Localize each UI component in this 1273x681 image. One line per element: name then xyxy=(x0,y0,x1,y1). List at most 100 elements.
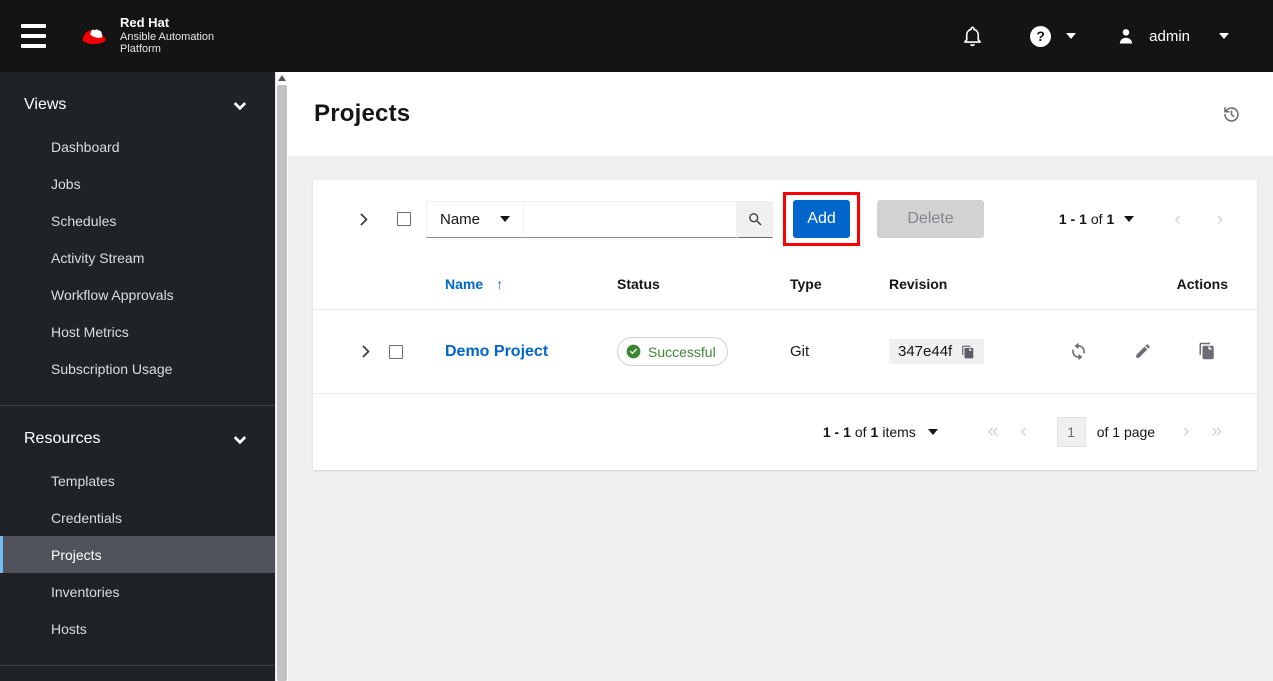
sidebar-item-subscription-usage[interactable]: Subscription Usage xyxy=(0,350,275,387)
caret-down-icon xyxy=(1219,33,1229,39)
delete-button[interactable]: Delete xyxy=(877,200,984,238)
search-input[interactable] xyxy=(524,200,737,238)
copy-project-button[interactable] xyxy=(1198,342,1216,361)
scroll-up-arrow-icon[interactable] xyxy=(278,75,286,81)
filter-key-select[interactable]: Name xyxy=(426,200,524,238)
username-label: admin xyxy=(1149,27,1190,45)
caret-down-icon xyxy=(1124,216,1135,222)
nav-group-views[interactable]: Views xyxy=(0,82,275,128)
sidebar-item-projects[interactable]: Projects xyxy=(0,536,275,573)
sidebar-item-label: Hosts xyxy=(51,620,87,637)
sidebar-item-templates[interactable]: Templates xyxy=(0,462,275,499)
copy-revision-button[interactable] xyxy=(961,345,975,359)
copy-icon xyxy=(961,345,975,359)
nav-group-resources-label: Resources xyxy=(24,430,101,447)
user-dropdown-toggle[interactable] xyxy=(1219,33,1229,39)
filter-key-selected: Name xyxy=(440,210,481,228)
sidebar-item-host-metrics[interactable]: Host Metrics xyxy=(0,313,275,350)
select-all-checkbox[interactable] xyxy=(397,212,411,226)
sidebar-item-label: Schedules xyxy=(51,212,117,229)
notifications-button[interactable] xyxy=(961,25,984,48)
pencil-icon xyxy=(1134,342,1152,361)
pagination-top: 1 - 1 of 1 ‹ › xyxy=(1058,208,1223,230)
next-page-button[interactable]: › xyxy=(1183,422,1189,441)
sidebar-item-dashboard[interactable]: Dashboard xyxy=(0,128,275,165)
nav-group-views-label: Views xyxy=(24,96,67,113)
add-button[interactable]: Add xyxy=(793,200,850,238)
projects-list-card: Name Add Delete 1 - 1 of 1 ‹ › Name ↑ St… xyxy=(313,180,1257,470)
column-header-type: Type xyxy=(790,275,822,292)
search-button[interactable] xyxy=(737,200,773,238)
of-page-label: of 1 page xyxy=(1096,423,1156,440)
caret-down-icon xyxy=(500,216,510,222)
user-icon xyxy=(1116,26,1136,46)
project-name-link[interactable]: Demo Project xyxy=(445,343,548,360)
caret-down-icon xyxy=(927,428,938,435)
hamburger-icon xyxy=(20,24,46,48)
sidebar-scrollbar[interactable] xyxy=(275,72,288,681)
sidebar-item-label: Inventories xyxy=(51,583,120,600)
sort-ascending-icon: ↑ xyxy=(496,275,504,292)
column-header-name[interactable]: Name ↑ xyxy=(445,276,617,292)
sync-project-button[interactable] xyxy=(1069,342,1088,361)
list-toolbar: Name Add Delete 1 - 1 of 1 ‹ › xyxy=(313,180,1257,258)
sidebar-item-label: Subscription Usage xyxy=(51,360,173,377)
sidebar-item-label: Host Metrics xyxy=(51,323,129,340)
bell-icon xyxy=(961,25,984,48)
redhat-fedora-icon xyxy=(76,23,112,50)
question-circle-icon: ? xyxy=(1030,25,1052,47)
copy-icon xyxy=(1198,342,1216,361)
last-page-button[interactable]: » xyxy=(1211,422,1222,441)
current-page-input[interactable] xyxy=(1056,416,1086,447)
nav-toggle-button[interactable] xyxy=(0,0,66,72)
sidebar-item-inventories[interactable]: Inventories xyxy=(0,573,275,610)
help-button[interactable]: ? xyxy=(1030,25,1052,47)
help-dropdown-toggle[interactable] xyxy=(1066,33,1077,39)
per-page-dropdown-toggle[interactable] xyxy=(1114,216,1135,222)
table-row: Demo Project Successful Git 347e44f xyxy=(313,310,1257,394)
sidebar-item-credentials[interactable]: Credentials xyxy=(0,499,275,536)
history-icon xyxy=(1222,105,1241,124)
caret-down-icon xyxy=(1066,33,1077,39)
sync-icon xyxy=(1069,342,1088,361)
sidebar-item-label: Jobs xyxy=(51,175,81,192)
activity-history-button[interactable] xyxy=(1222,105,1241,124)
sidebar-item-activity-stream[interactable]: Activity Stream xyxy=(0,239,275,276)
prev-page-button[interactable]: ‹ xyxy=(1020,422,1026,441)
status-badge[interactable]: Successful xyxy=(617,337,728,366)
brand-name: Red Hat xyxy=(120,14,170,30)
sidebar-item-label: Dashboard xyxy=(51,138,120,155)
brand-logo: Red Hat Ansible Automation Platform xyxy=(76,14,214,56)
main-content: Projects Name Add Delete 1 - 1 of 1 ‹ › … xyxy=(288,72,1273,681)
column-header-status: Status xyxy=(617,275,660,292)
sidebar-item-hosts[interactable]: Hosts xyxy=(0,610,275,647)
search-icon xyxy=(747,211,764,228)
column-header-actions: Actions xyxy=(1176,275,1228,292)
column-header-revision: Revision xyxy=(889,275,948,292)
scrollbar-thumb[interactable] xyxy=(277,85,287,681)
sidebar-nav: Views Dashboard Jobs Schedules Activity … xyxy=(0,72,275,681)
nav-group-resources[interactable]: Resources xyxy=(0,416,275,462)
items-per-page-dropdown[interactable]: 1 - 1 of 1 items xyxy=(823,424,938,440)
chevron-right-icon xyxy=(357,345,370,358)
expand-all-button[interactable] xyxy=(353,208,370,231)
pagination-footer: 1 - 1 of 1 items « ‹ of 1 page › » xyxy=(313,394,1257,469)
check-circle-icon xyxy=(626,344,641,359)
row-expand-button[interactable] xyxy=(355,340,372,363)
sidebar-item-label: Templates xyxy=(51,472,115,489)
sidebar-item-schedules[interactable]: Schedules xyxy=(0,202,275,239)
prev-page-button[interactable]: ‹ xyxy=(1174,210,1180,229)
sidebar-item-workflow-approvals[interactable]: Workflow Approvals xyxy=(0,276,275,313)
pagination-total: 1 xyxy=(1106,211,1115,227)
page-header: Projects xyxy=(288,72,1273,156)
edit-project-button[interactable] xyxy=(1134,342,1152,361)
project-type: Git xyxy=(790,343,810,360)
first-page-button[interactable]: « xyxy=(988,422,999,441)
next-page-button[interactable]: › xyxy=(1217,210,1223,229)
revision-value: 347e44f xyxy=(898,343,953,360)
page-title: Projects xyxy=(314,100,411,127)
footer-total: 1 xyxy=(870,423,879,440)
sidebar-item-jobs[interactable]: Jobs xyxy=(0,165,275,202)
row-actions xyxy=(1069,342,1257,361)
row-checkbox[interactable] xyxy=(389,344,403,359)
